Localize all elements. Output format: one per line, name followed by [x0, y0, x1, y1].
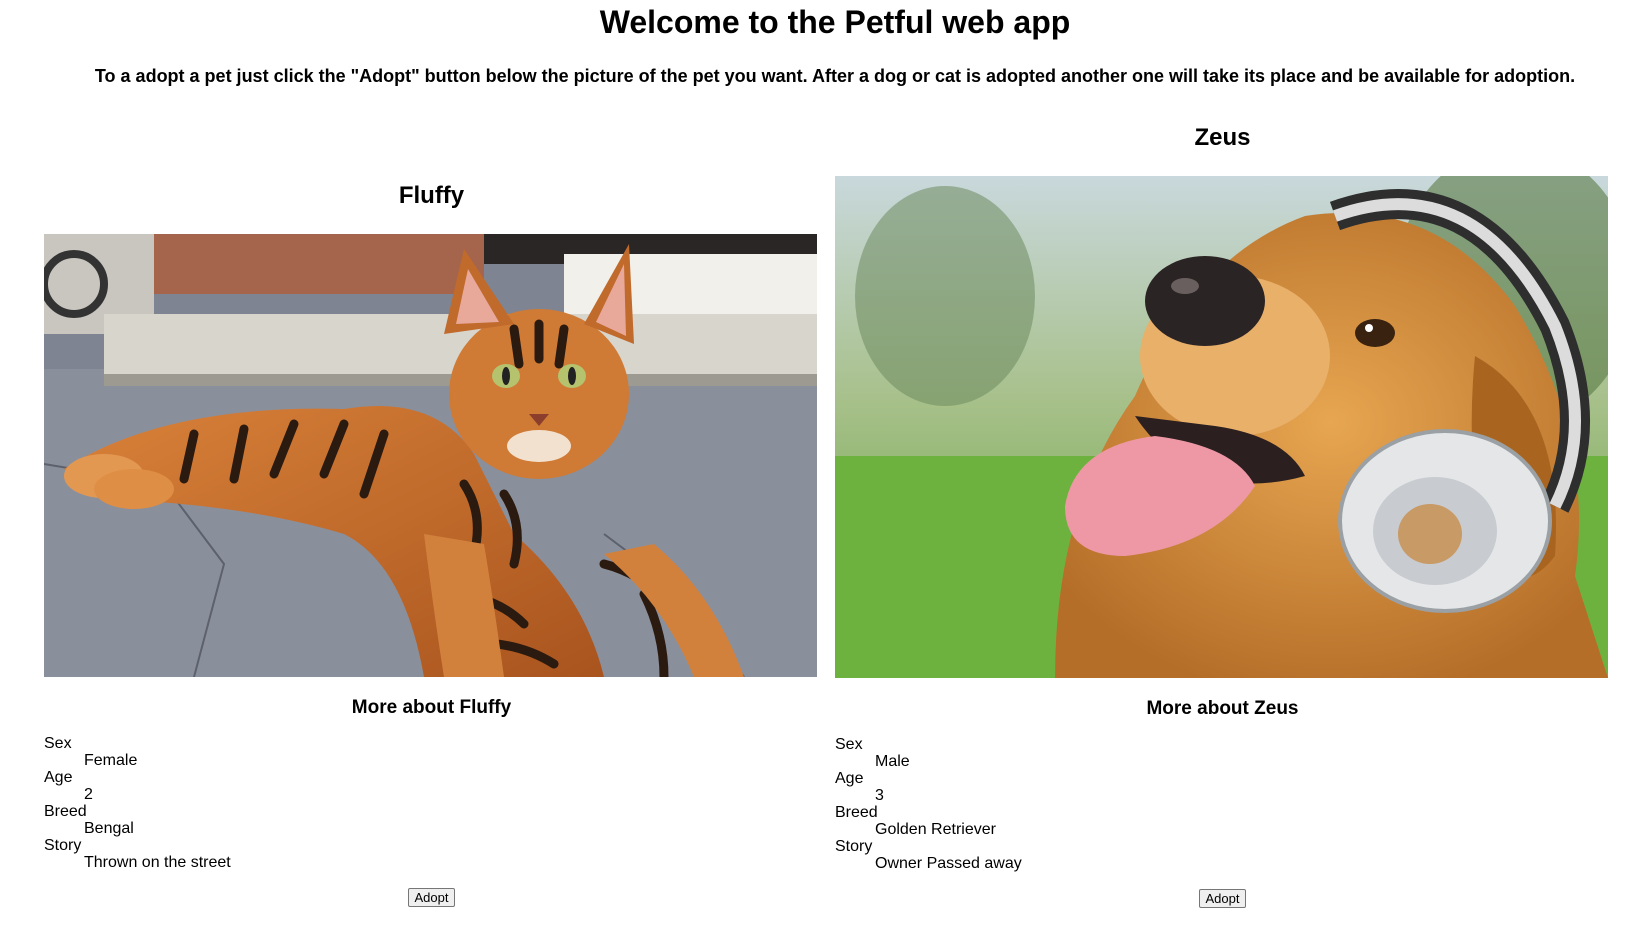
- dog-age-value: 3: [875, 787, 884, 804]
- dog-card: Zeus More about Zeus Sex Male Age 3 Bree…: [835, 124, 1610, 908]
- cat-story-label: Story: [44, 837, 82, 854]
- intro-text: To a adopt a pet just click the "Adopt" …: [94, 66, 1576, 86]
- dog-more-title: More about Zeus: [1146, 698, 1299, 719]
- dog-age-label: Age: [835, 770, 864, 787]
- dog-photo: [835, 176, 1608, 678]
- cat-more-title: More about Fluffy: [351, 697, 512, 718]
- cat-photo: [44, 234, 817, 677]
- dog-breed-label: Breed: [835, 804, 878, 821]
- cat-breed-value: Bengal: [84, 820, 134, 837]
- adopt-dog-button[interactable]: Adopt: [1198, 889, 1247, 908]
- dog-name: Zeus: [1194, 124, 1251, 151]
- cat-card: Fluffy More about Fluffy Sex Female Age …: [44, 182, 819, 907]
- cat-age-value: 2: [84, 786, 93, 803]
- dog-story-value: Owner Passed away: [875, 855, 1022, 872]
- cat-details: Sex Female Age 2 Breed Bengal Story Thro…: [44, 735, 819, 871]
- cat-sex-label: Sex: [44, 735, 72, 752]
- cat-sex-value: Female: [84, 752, 138, 769]
- cat-story-value: Thrown on the street: [84, 854, 231, 871]
- adopt-cat-button[interactable]: Adopt: [407, 888, 456, 907]
- cat-breed-label: Breed: [44, 803, 87, 820]
- cat-name: Fluffy: [398, 182, 465, 209]
- dog-sex-label: Sex: [835, 736, 863, 753]
- dog-story-label: Story: [835, 838, 873, 855]
- dog-sex-value: Male: [875, 753, 910, 770]
- page-title: Welcome to the Petful web app: [599, 4, 1071, 40]
- dog-details: Sex Male Age 3 Breed Golden Retriever St…: [835, 736, 1610, 872]
- dog-breed-value: Golden Retriever: [875, 821, 996, 838]
- cat-age-label: Age: [44, 769, 73, 786]
